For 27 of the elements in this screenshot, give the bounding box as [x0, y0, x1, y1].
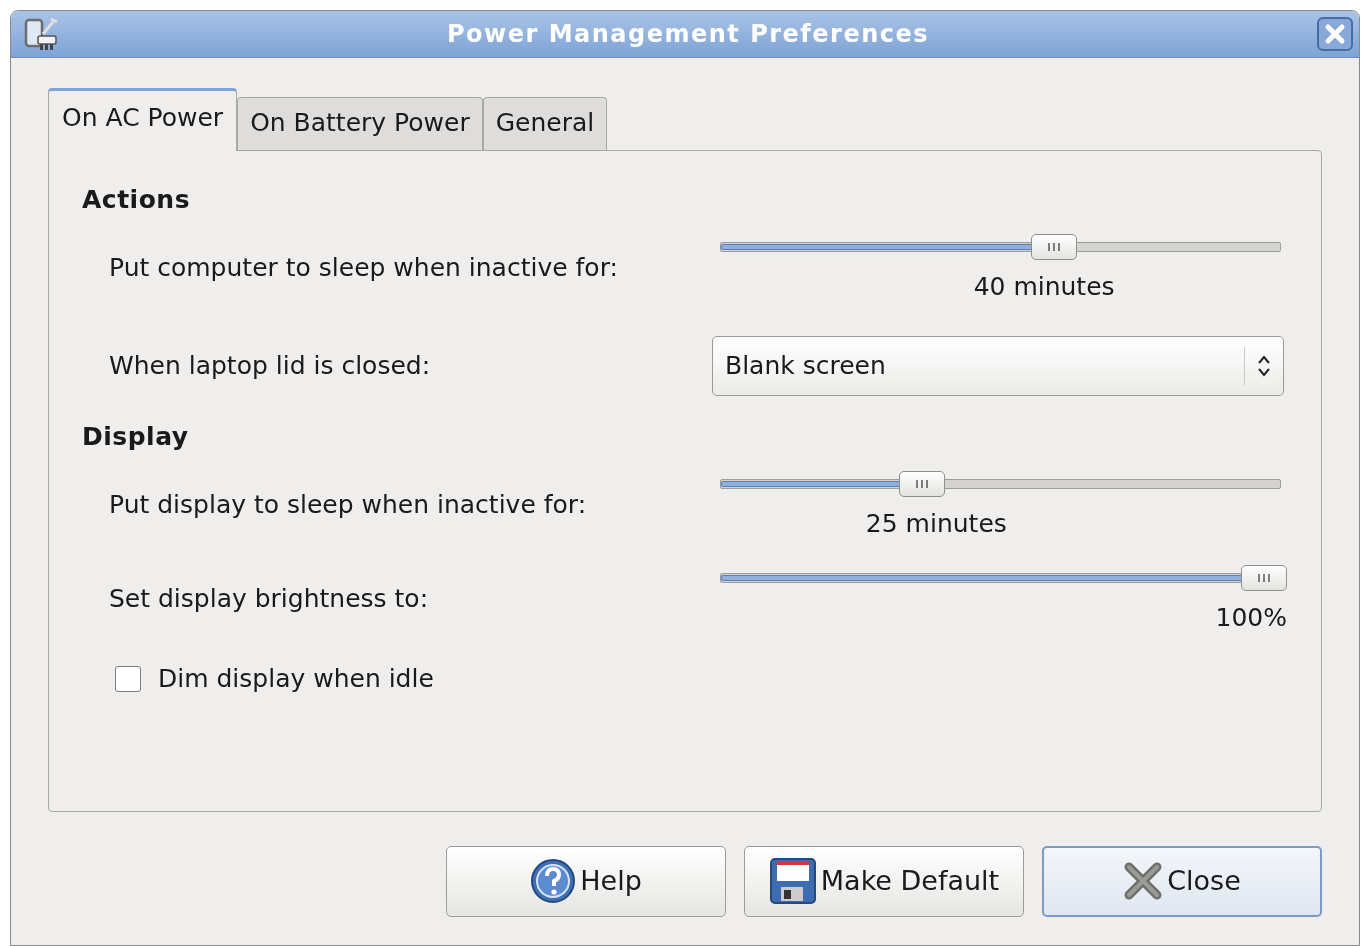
tab[interactable]: On AC Power: [48, 88, 238, 151]
window-title: Power Management Preferences: [445, 19, 931, 50]
field-label: Put display to sleep when inactive for:: [109, 489, 588, 521]
field-label: When laptop lid is closed:: [109, 349, 432, 382]
dropdown[interactable]: Blank screen: [712, 335, 1284, 396]
slider-value: 25 minutes: [865, 508, 1007, 540]
close-icon: [1123, 861, 1164, 901]
make-default-button[interactable]: Make Default: [744, 845, 1024, 917]
field-label: Set display brightness to:: [109, 582, 430, 615]
section-heading: Display: [82, 420, 190, 453]
close-icon: [1324, 23, 1346, 45]
slider-thumb[interactable]: [899, 471, 946, 497]
close-button[interactable]: [1317, 17, 1353, 51]
close-button[interactable]: Close: [1042, 845, 1322, 917]
slider-value: 100%: [1215, 601, 1287, 634]
slider-thumb[interactable]: [1241, 564, 1287, 591]
power-plug-icon: [23, 16, 59, 52]
help-icon: [530, 858, 577, 904]
help-button[interactable]: Help: [446, 845, 726, 917]
field-label: Put computer to sleep when inactive for:: [109, 252, 619, 284]
checkbox-label[interactable]: Dim display when idle: [158, 660, 434, 698]
slider-thumb[interactable]: [1030, 234, 1077, 260]
tab[interactable]: On Battery Power: [237, 97, 483, 150]
tab[interactable]: General: [482, 97, 608, 150]
slider-value: 40 minutes: [973, 271, 1115, 303]
section-heading: Actions: [82, 183, 192, 216]
checkbox[interactable]: [115, 665, 141, 692]
